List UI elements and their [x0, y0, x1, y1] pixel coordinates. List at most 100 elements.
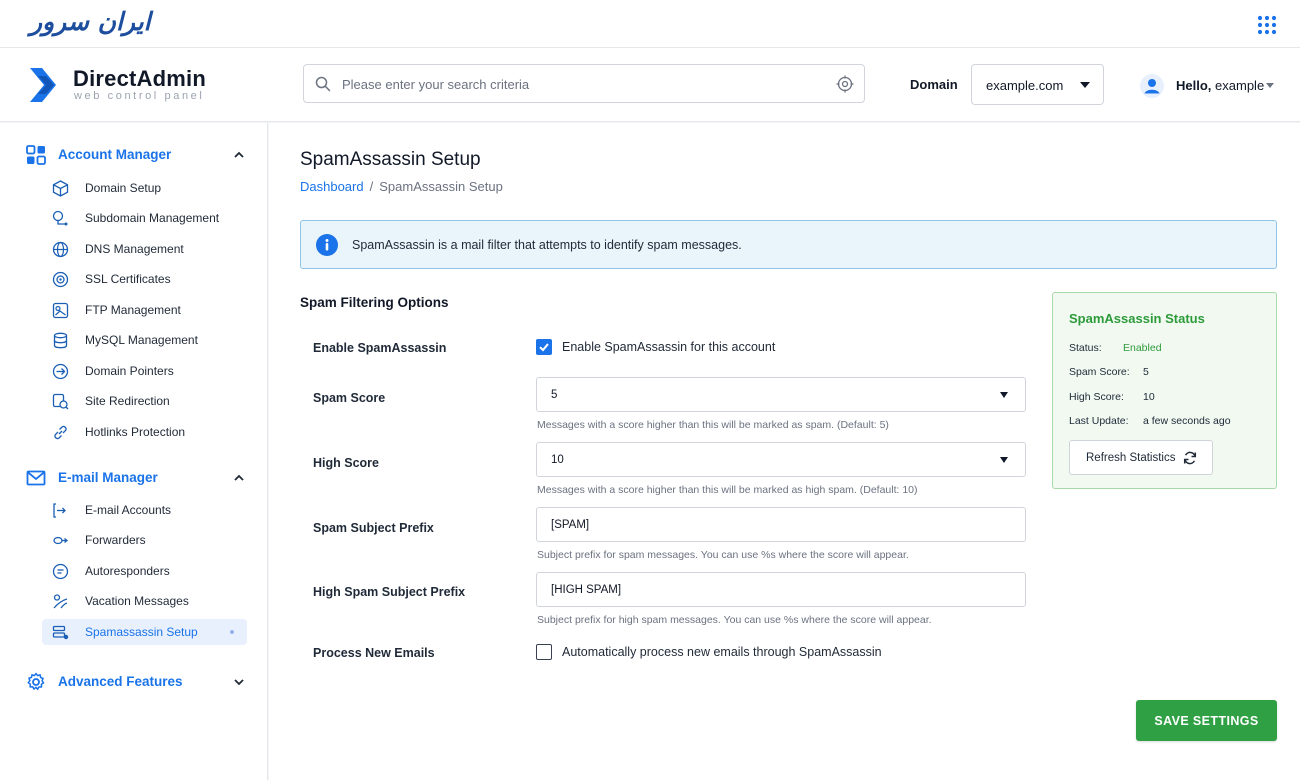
ftp-icon	[52, 302, 69, 319]
user-menu[interactable]: Hello, example	[1140, 72, 1280, 98]
spam-score-help: Messages with a score higher than this w…	[537, 419, 889, 431]
sidebar-item-ssl-certificates[interactable]: SSL Certificates	[42, 266, 247, 292]
sidebar-item-label: Hotlinks Protection	[85, 425, 186, 439]
brand-logo[interactable]: ایران سرور	[30, 7, 152, 36]
sidebar-item-forwarders[interactable]: Forwarders	[42, 527, 247, 553]
process-new-emails-text[interactable]: Automatically process new emails through…	[562, 645, 882, 659]
checkmark-icon	[539, 343, 549, 352]
chevron-down-icon	[1000, 392, 1008, 398]
enable-spamassassin-text[interactable]: Enable SpamAssassin for this account	[562, 340, 775, 354]
sidebar: Account Manager Domain Setup Subdomain M…	[0, 123, 268, 780]
username-text: example	[1215, 78, 1265, 93]
database-icon	[53, 332, 68, 349]
process-new-emails-checkbox[interactable]	[536, 644, 552, 660]
spam-score-key: Spam Score:	[1069, 366, 1130, 378]
refresh-statistics-button[interactable]: Refresh Statistics	[1069, 440, 1213, 475]
sidebar-item-site-redirection[interactable]: Site Redirection	[42, 388, 247, 414]
sidebar-item-label: Spamassassin Setup	[85, 625, 198, 639]
redirect-icon	[52, 393, 69, 410]
high-score-select[interactable]: 10	[536, 442, 1026, 477]
sidebar-item-domain-setup[interactable]: Domain Setup	[42, 175, 247, 201]
sidebar-item-autoresponders[interactable]: Autoresponders	[42, 558, 247, 584]
sidebar-item-dns-management[interactable]: DNS Management	[42, 236, 247, 262]
sidebar-item-label: E-mail Accounts	[85, 503, 172, 517]
sidebar-item-label: Autoresponders	[85, 564, 170, 578]
grid-icon	[26, 145, 46, 165]
high-spam-subject-prefix-help: Subject prefix for high spam messages. Y…	[537, 614, 932, 626]
sidebar-item-spamassassin-setup[interactable]: Spamassassin Setup	[42, 619, 247, 645]
user-avatar-icon	[1140, 74, 1164, 98]
breadcrumb-dashboard-link[interactable]: Dashboard	[300, 179, 364, 194]
certificate-icon	[52, 271, 69, 288]
sidebar-item-label: Vacation Messages	[85, 594, 189, 608]
main-content: SpamAssassin Setup Dashboard / SpamAssassi…	[269, 123, 1300, 780]
process-new-emails-label: Process New Emails	[313, 646, 435, 660]
spam-subject-prefix-value: [SPAM]	[551, 519, 590, 531]
search-icon	[315, 76, 331, 92]
sidebar-item-label: SSL Certificates	[85, 272, 171, 286]
email-accounts-icon	[53, 503, 66, 518]
sidebar-item-label: Domain Pointers	[85, 364, 174, 378]
active-indicator	[230, 630, 234, 634]
sidebar-item-label: DNS Management	[85, 242, 184, 256]
globe-icon	[52, 241, 69, 258]
sidebar-item-label: Site Redirection	[85, 394, 170, 408]
domain-select-value: example.com	[986, 78, 1064, 93]
sidebar-item-mysql-management[interactable]: MySQL Management	[42, 327, 247, 353]
sidebar-item-hotlinks-protection[interactable]: Hotlinks Protection	[42, 419, 247, 445]
sidebar-section-advanced-features[interactable]: Advanced Features	[26, 671, 248, 693]
high-spam-subject-prefix-value: [HIGH SPAM]	[551, 584, 622, 596]
spam-score-select[interactable]: 5	[536, 377, 1026, 412]
status-value: Enabled	[1123, 342, 1162, 354]
section-label: Account Manager	[58, 147, 172, 162]
app-title: DirectAdmin	[73, 66, 206, 91]
domain-select[interactable]: example.com	[971, 64, 1104, 105]
page-title: SpamAssassin Setup	[300, 149, 481, 170]
app-subtitle: web control panel	[74, 90, 205, 102]
status-key: Status:	[1069, 342, 1102, 354]
sidebar-item-ftp-management[interactable]: FTP Management	[42, 297, 247, 323]
spam-subject-prefix-label: Spam Subject Prefix	[313, 521, 434, 535]
save-settings-button[interactable]: SAVE SETTINGS	[1136, 700, 1277, 741]
save-settings-label: SAVE SETTINGS	[1154, 714, 1259, 728]
high-spam-subject-prefix-label: High Spam Subject Prefix	[313, 585, 466, 599]
apps-grid-icon[interactable]	[1257, 15, 1277, 35]
chevron-down-icon	[1000, 457, 1008, 463]
high-score-help: Messages with a score higher than this w…	[537, 484, 918, 496]
high-spam-subject-prefix-input[interactable]: [HIGH SPAM]	[536, 572, 1026, 607]
directadmin-logo-icon[interactable]	[28, 66, 64, 104]
sidebar-item-email-accounts[interactable]: E-mail Accounts	[42, 497, 247, 523]
sidebar-item-label: Forwarders	[85, 533, 146, 547]
last-update-value: a few seconds ago	[1143, 415, 1231, 427]
high-score-label: High Score	[313, 456, 379, 470]
chevron-down-icon	[1080, 82, 1090, 88]
search-input[interactable]	[342, 73, 822, 95]
envelope-icon	[26, 470, 46, 486]
autoresponder-icon	[52, 563, 69, 580]
sidebar-item-vacation-messages[interactable]: Vacation Messages	[42, 588, 247, 614]
spam-subject-prefix-input[interactable]: [SPAM]	[536, 507, 1026, 542]
info-icon	[316, 234, 338, 256]
spam-filter-icon	[52, 625, 69, 640]
sidebar-section-account-manager[interactable]: Account Manager	[26, 144, 248, 166]
vacation-icon	[53, 594, 68, 609]
gear-icon	[27, 672, 45, 691]
enable-spamassassin-checkbox[interactable]	[536, 339, 552, 355]
high-score-value: 10	[551, 454, 564, 466]
brand-bar: ایران سرور	[0, 0, 1300, 48]
chevron-up-icon	[234, 474, 244, 481]
section-label: E-mail Manager	[58, 470, 158, 485]
last-update-key: Last Update:	[1069, 415, 1129, 427]
sidebar-item-domain-pointers[interactable]: Domain Pointers	[42, 358, 247, 384]
forward-icon	[53, 536, 69, 545]
high-score-key: High Score:	[1069, 391, 1124, 403]
domain-label: Domain	[910, 77, 958, 92]
target-icon[interactable]	[836, 75, 854, 93]
sidebar-section-email-manager[interactable]: E-mail Manager	[26, 467, 248, 489]
sidebar-item-label: Subdomain Management	[85, 211, 220, 225]
sidebar-item-subdomain-management[interactable]: Subdomain Management	[42, 205, 247, 231]
sidebar-item-label: MySQL Management	[85, 333, 198, 347]
breadcrumb-current: SpamAssassin Setup	[379, 179, 503, 194]
subdomain-icon	[52, 210, 68, 226]
breadcrumb-separator: /	[369, 179, 374, 194]
